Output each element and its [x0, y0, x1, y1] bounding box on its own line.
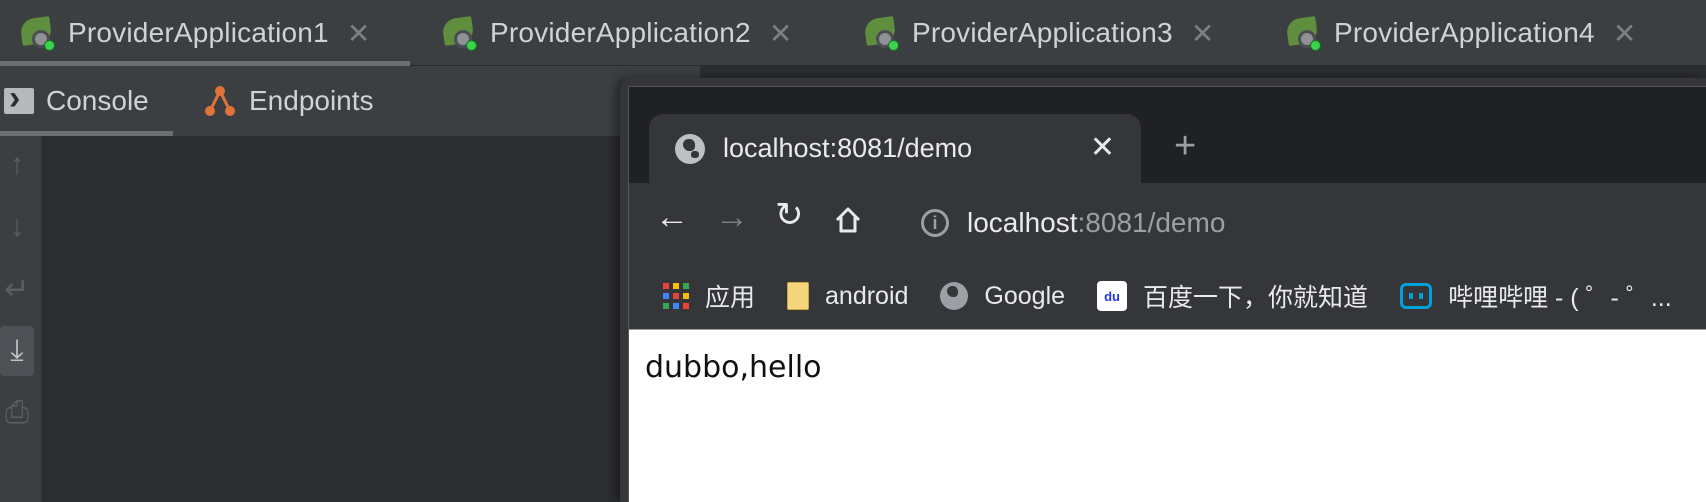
- run-tab-label: ProviderApplication2: [490, 17, 751, 48]
- close-tab-icon[interactable]: ✕: [1090, 130, 1115, 165]
- site-info-icon[interactable]: i: [921, 209, 949, 237]
- bookmark-android[interactable]: android: [787, 282, 908, 311]
- bookmarks-bar: 应用 android Google du 百度一下，你就知道 哔哩哔哩 - ( …: [629, 263, 1706, 329]
- endpoints-icon: [205, 86, 235, 116]
- url-path: :8081/demo: [1077, 207, 1226, 238]
- back-button[interactable]: ←: [655, 200, 689, 234]
- bookmark-label: Google: [984, 281, 1066, 310]
- run-tab-provider-application-4[interactable]: ProviderApplication4 ✕: [1266, 0, 1688, 66]
- close-icon[interactable]: ✕: [769, 17, 792, 50]
- bookmark-baidu[interactable]: du 百度一下，你就知道: [1097, 278, 1368, 314]
- page-content: dubbo,hello: [629, 329, 1706, 502]
- globe-icon: [675, 133, 705, 164]
- spring-boot-app-icon: [862, 14, 900, 52]
- apps-grid-icon: [663, 283, 689, 309]
- bookmark-label: 应用: [705, 284, 756, 312]
- run-tool-tabs: Console Endpoints: [0, 66, 700, 136]
- bilibili-icon: [1400, 283, 1433, 309]
- spring-boot-app-icon: [440, 14, 478, 52]
- bookmark-label: android: [825, 281, 909, 310]
- browser-frame: localhost:8081/demo ✕ + ← → ↻ i localhos…: [628, 86, 1706, 502]
- spring-boot-app-icon: [1284, 14, 1322, 52]
- tab-console[interactable]: Console: [0, 66, 173, 136]
- reload-button[interactable]: ↻: [775, 198, 804, 232]
- soft-wrap-icon[interactable]: ↵: [0, 264, 34, 314]
- scroll-down-icon[interactable]: ↓: [0, 202, 34, 252]
- folder-icon: [787, 282, 810, 310]
- tab-endpoints[interactable]: Endpoints: [173, 66, 374, 136]
- url-host: localhost: [967, 207, 1078, 238]
- console-toolbar: ↑ ↓ ↵ ⤓ ⎙: [0, 136, 42, 502]
- browser-tab-title: localhost:8081/demo: [723, 133, 973, 163]
- new-tab-button[interactable]: +: [1174, 127, 1196, 165]
- run-tab-provider-application-3[interactable]: ProviderApplication3 ✕: [844, 0, 1266, 66]
- tab-console-label: Console: [46, 85, 149, 116]
- home-button[interactable]: [833, 205, 863, 235]
- response-text: dubbo,hello: [645, 350, 822, 385]
- close-icon[interactable]: ✕: [347, 17, 370, 50]
- scroll-to-end-icon[interactable]: ⤓: [0, 326, 34, 376]
- bookmark-bilibili[interactable]: 哔哩哔哩 - ( ゜- ゜...: [1400, 278, 1672, 314]
- spring-boot-app-icon: [18, 14, 56, 52]
- browser-toolbar: ← → ↻ i localhost:8081/demo: [629, 183, 1706, 263]
- run-tab-provider-application-1[interactable]: ProviderApplication1 ✕: [0, 0, 422, 66]
- run-tab-provider-application-2[interactable]: ProviderApplication2 ✕: [422, 0, 844, 66]
- forward-button[interactable]: →: [715, 200, 749, 234]
- close-icon[interactable]: ✕: [1191, 17, 1214, 50]
- scroll-up-icon[interactable]: ↑: [0, 140, 34, 190]
- browser-window: localhost:8081/demo ✕ + ← → ↻ i localhos…: [620, 78, 1706, 502]
- close-icon[interactable]: ✕: [1613, 17, 1636, 50]
- tab-endpoints-label: Endpoints: [249, 85, 374, 116]
- console-output[interactable]: [42, 136, 702, 502]
- globe-icon: [940, 282, 969, 310]
- browser-tab[interactable]: localhost:8081/demo ✕: [649, 114, 1141, 183]
- run-tab-label: ProviderApplication1: [68, 17, 329, 48]
- print-icon[interactable]: ⎙: [0, 388, 34, 438]
- bookmark-google[interactable]: Google: [940, 282, 1065, 311]
- bookmark-apps[interactable]: 应用: [663, 278, 755, 314]
- browser-tabstrip: localhost:8081/demo ✕ +: [629, 87, 1706, 183]
- console-icon: [4, 79, 34, 118]
- run-tab-label: ProviderApplication3: [912, 17, 1173, 48]
- baidu-icon: du: [1097, 281, 1128, 311]
- bookmark-label: 哔哩哔哩 - ( ゜- ゜...: [1448, 284, 1672, 312]
- run-tab-label: ProviderApplication4: [1334, 17, 1595, 48]
- bookmark-label: 百度一下，你就知道: [1143, 284, 1369, 312]
- address-bar[interactable]: i localhost:8081/demo: [901, 193, 1706, 253]
- run-tabs-bar: ProviderApplication1 ✕ ProviderApplicati…: [0, 0, 1706, 66]
